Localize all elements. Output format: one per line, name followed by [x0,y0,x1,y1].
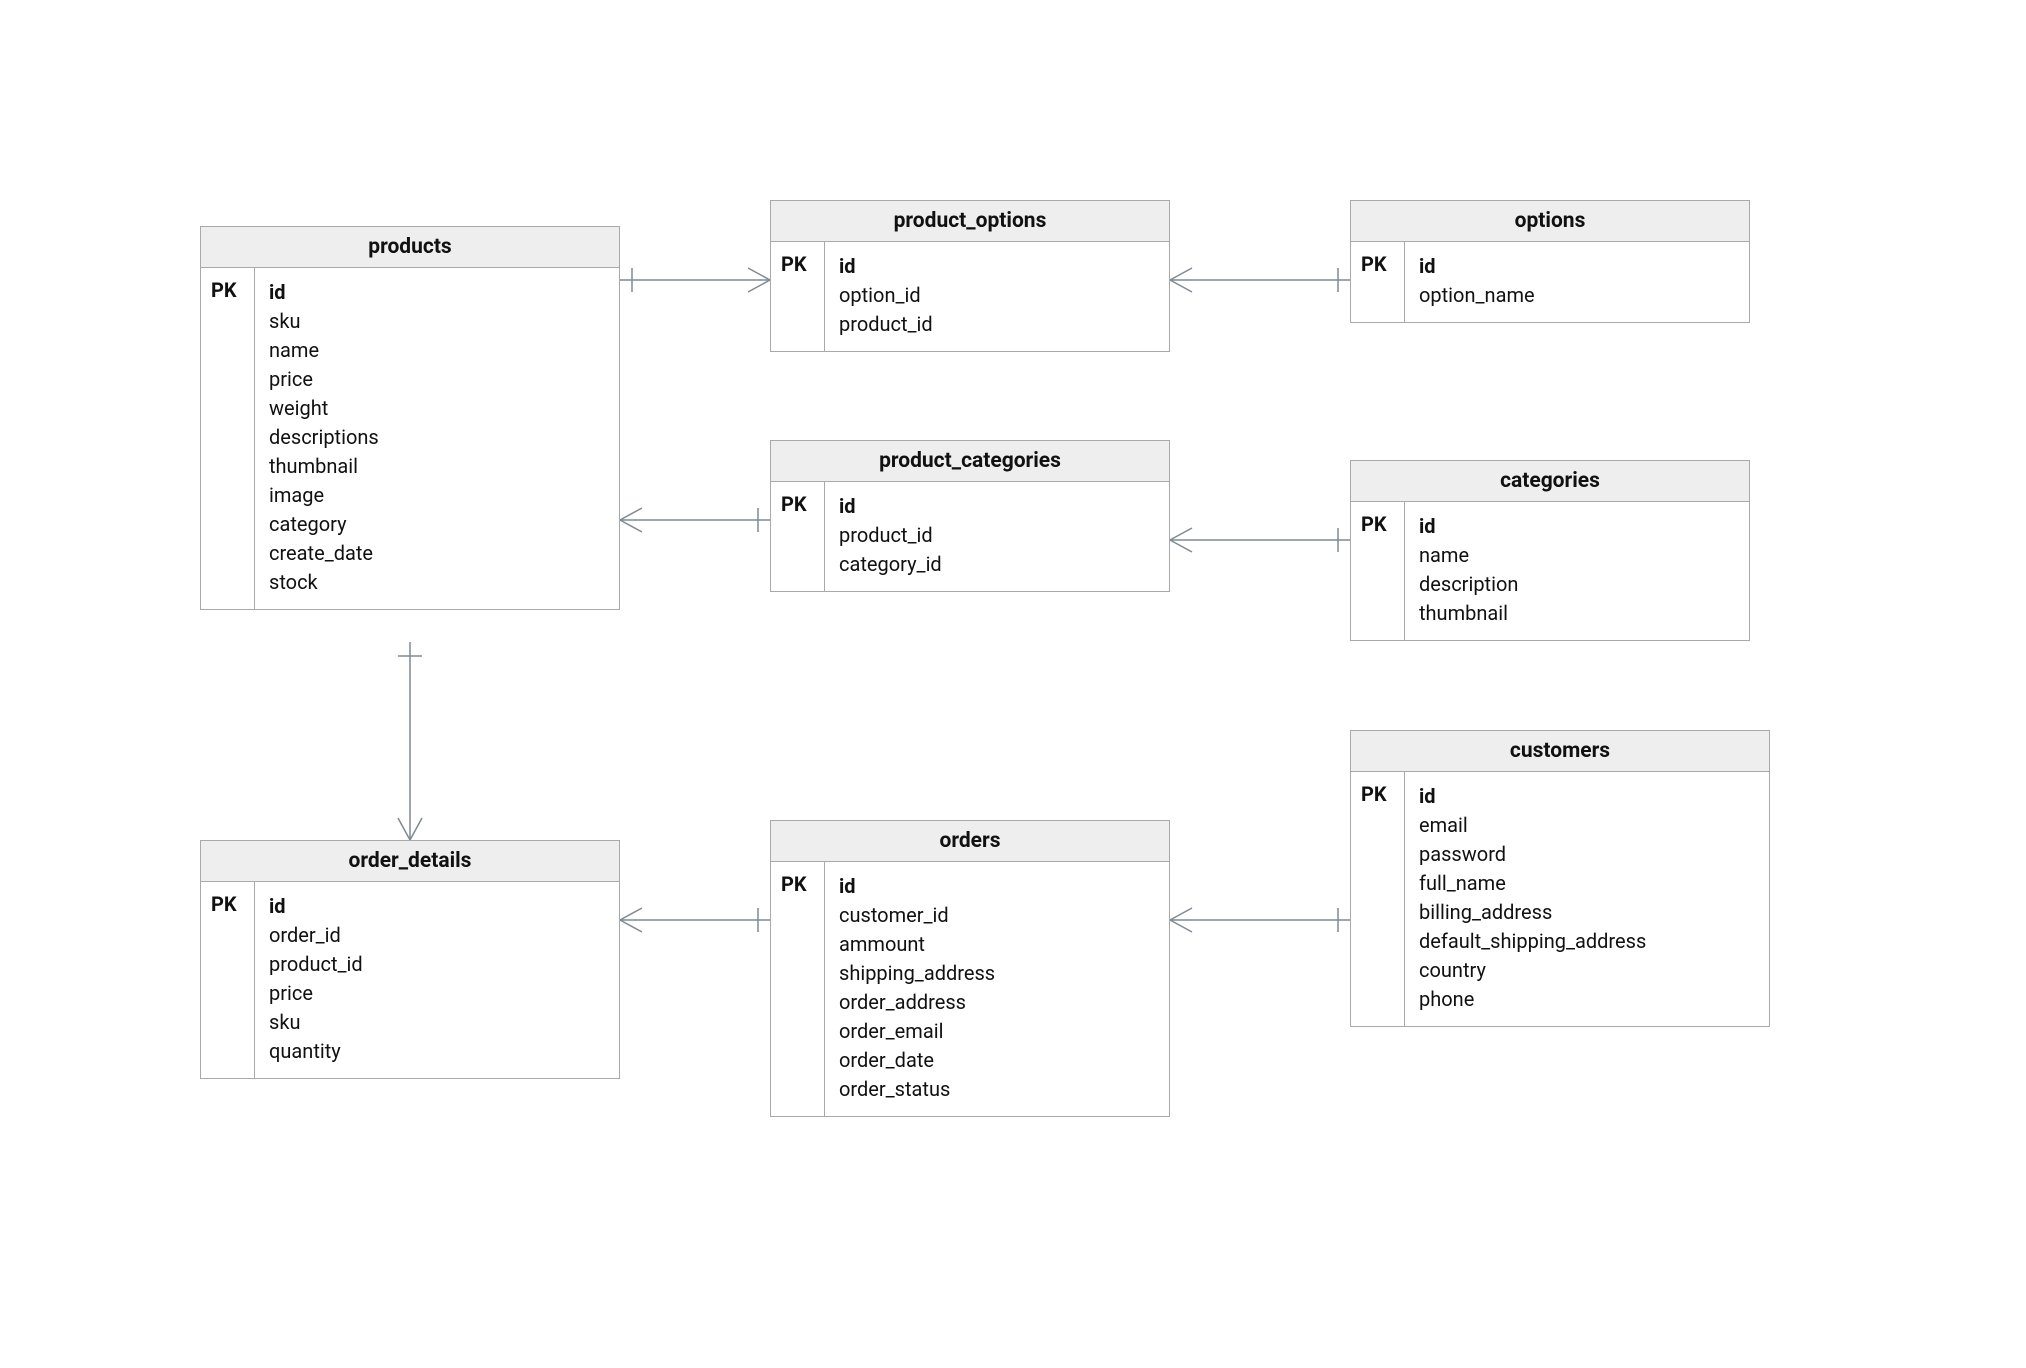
field: ammount [839,930,1157,959]
field: shipping_address [839,959,1157,988]
field: thumbnail [269,452,607,481]
entity-title: products [201,227,619,268]
field: price [269,365,607,394]
rel-products-product_options [620,268,770,292]
entity-title: customers [1351,731,1769,772]
field: sku [269,1008,607,1037]
field-pk: id [269,892,607,921]
entity-customers: customers PK id email password full_name… [1350,730,1770,1027]
rel-product_options-options [1170,268,1350,292]
field: order_address [839,988,1157,1017]
entity-title: order_details [201,841,619,882]
entity-order-details: order_details PK id order_id product_id … [200,840,620,1079]
entity-fields: id sku name price weight descriptions th… [255,268,619,609]
pk-label: PK [1351,502,1405,640]
field: thumbnail [1419,599,1737,628]
pk-label: PK [1351,242,1405,322]
field: product_id [839,521,1157,550]
field: price [269,979,607,1008]
field: descriptions [269,423,607,452]
entity-fields: id email password full_name billing_addr… [1405,772,1769,1026]
entity-products: products PK id sku name price weight des… [200,226,620,610]
entity-fields: id option_id product_id [825,242,1169,351]
pk-label: PK [771,242,825,351]
entity-title: product_options [771,201,1169,242]
field: product_id [269,950,607,979]
field: option_name [1419,281,1737,310]
entity-title: options [1351,201,1749,242]
field: order_status [839,1075,1157,1104]
field: full_name [1419,869,1757,898]
field-pk: id [839,492,1157,521]
entity-fields: id customer_id ammount shipping_address … [825,862,1169,1116]
field: password [1419,840,1757,869]
field: option_id [839,281,1157,310]
field: sku [269,307,607,336]
field: order_date [839,1046,1157,1075]
field: name [269,336,607,365]
field: image [269,481,607,510]
entity-categories: categories PK id name description thumbn… [1350,460,1750,641]
field: quantity [269,1037,607,1066]
field: stock [269,568,607,597]
pk-label: PK [1351,772,1405,1026]
field-pk: id [1419,782,1757,811]
entity-product-options: product_options PK id option_id product_… [770,200,1170,352]
field: country [1419,956,1757,985]
field: weight [269,394,607,423]
field-pk: id [1419,252,1737,281]
entity-fields: id name description thumbnail [1405,502,1749,640]
rel-orders-customers [1170,908,1350,932]
field: customer_id [839,901,1157,930]
rel-order_details-orders [620,908,770,932]
field: name [1419,541,1737,570]
pk-label: PK [771,862,825,1116]
field: create_date [269,539,607,568]
field: billing_address [1419,898,1757,927]
field: default_shipping_address [1419,927,1757,956]
field-pk: id [839,872,1157,901]
field: order_email [839,1017,1157,1046]
field: category_id [839,550,1157,579]
rel-products-product_categories [620,508,770,532]
entity-title: orders [771,821,1169,862]
entity-fields: id option_name [1405,242,1749,322]
field: product_id [839,310,1157,339]
er-diagram-canvas: products PK id sku name price weight des… [0,0,2026,1368]
rel-products-order_details [398,642,422,840]
rel-product_categories-categories [1170,528,1350,552]
field-pk: id [839,252,1157,281]
entity-title: categories [1351,461,1749,502]
pk-label: PK [201,268,255,609]
entity-options: options PK id option_name [1350,200,1750,323]
entity-title: product_categories [771,441,1169,482]
entity-product-categories: product_categories PK id product_id cate… [770,440,1170,592]
field: description [1419,570,1737,599]
field: email [1419,811,1757,840]
pk-label: PK [771,482,825,591]
field-pk: id [1419,512,1737,541]
field: category [269,510,607,539]
entity-orders: orders PK id customer_id ammount shippin… [770,820,1170,1117]
field: phone [1419,985,1757,1014]
pk-label: PK [201,882,255,1078]
field-pk: id [269,278,607,307]
field: order_id [269,921,607,950]
entity-fields: id product_id category_id [825,482,1169,591]
entity-fields: id order_id product_id price sku quantit… [255,882,619,1078]
